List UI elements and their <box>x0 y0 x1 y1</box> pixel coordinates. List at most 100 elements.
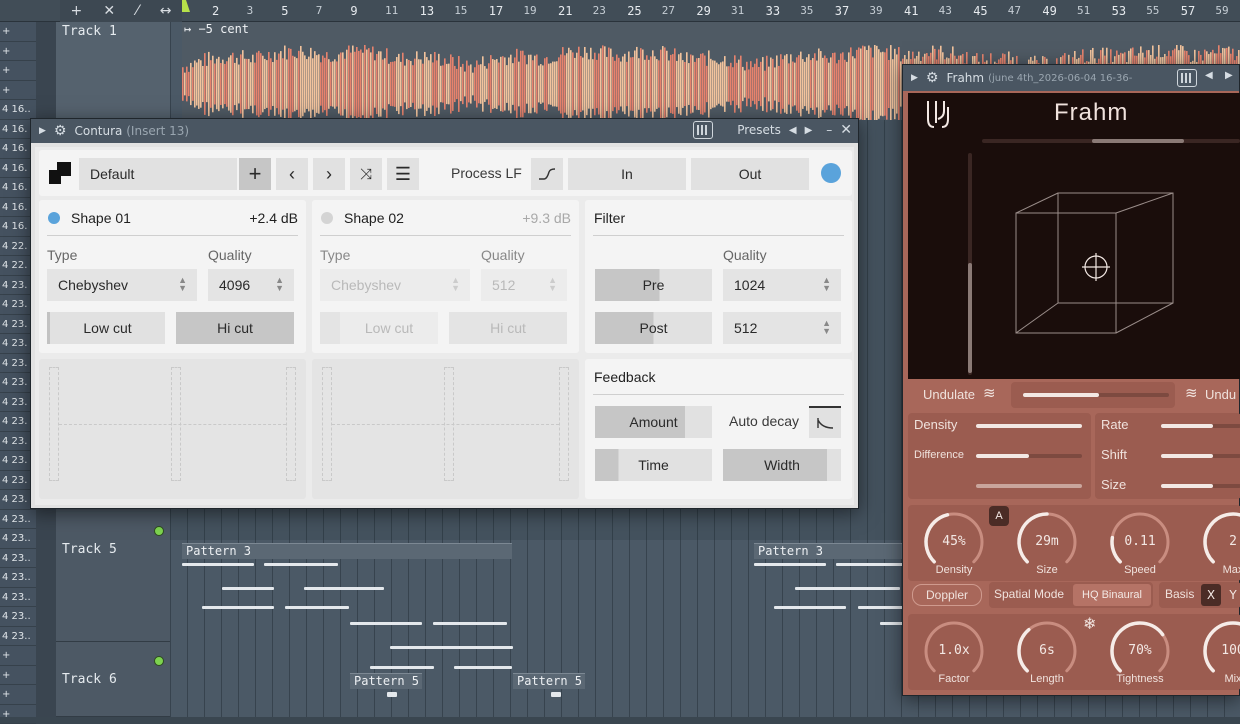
pattern-clip[interactable]: Pattern 3 <box>754 543 904 559</box>
stretch-icon[interactable]: ↔ <box>160 3 172 19</box>
slice-icon[interactable]: ⁄ <box>136 3 138 19</box>
bar-number[interactable]: 21 <box>558 4 572 18</box>
filter-post-button[interactable]: Post <box>595 312 712 344</box>
bar-number[interactable]: 41 <box>904 4 918 18</box>
bar-number[interactable]: 49 <box>1042 4 1056 18</box>
keyboard-icon[interactable] <box>693 121 713 139</box>
channel-row[interactable]: + <box>0 685 36 705</box>
expand-arrow-icon[interactable]: ▶ <box>39 126 46 136</box>
preset-next-icon[interactable]: ▶ <box>1225 70 1233 81</box>
bar-numbers[interactable]: 2357911131517192123252729313335373941434… <box>182 0 1240 22</box>
channel-row[interactable]: 4 16.. <box>0 100 36 120</box>
channel-row[interactable]: 4 23.. <box>0 510 36 530</box>
pattern-clip[interactable]: Pattern 3 <box>182 543 512 559</box>
filter-pre-button[interactable]: Pre <box>595 269 712 301</box>
density-slider[interactable] <box>976 424 1082 428</box>
bar-number[interactable]: 2 <box>212 4 219 18</box>
bar-number[interactable]: 37 <box>835 4 849 18</box>
size-slider[interactable] <box>1161 484 1240 488</box>
bar-number[interactable]: 17 <box>489 4 503 18</box>
filter-post-quality-select[interactable]: 512▲▼ <box>723 312 841 344</box>
shape-02-gain[interactable]: +9.3 dB <box>522 210 571 226</box>
gear-icon[interactable]: ⚙ <box>926 70 939 86</box>
bar-number[interactable]: 33 <box>766 4 780 18</box>
pattern-clip[interactable]: Pattern 5 <box>350 673 422 689</box>
bar-number[interactable]: 45 <box>973 4 987 18</box>
input-gain-button[interactable]: In <box>568 158 686 190</box>
bar-number[interactable]: 43 <box>939 4 952 17</box>
bar-number[interactable]: 31 <box>731 4 744 17</box>
bar-number[interactable]: 53 <box>1112 4 1126 18</box>
shape-01-hi-cut-button[interactable]: Hi cut <box>176 312 294 344</box>
pattern-clip[interactable]: Pattern 5 <box>513 673 585 689</box>
undulate-slider[interactable] <box>1023 393 1169 397</box>
channel-row[interactable]: + <box>0 646 36 666</box>
track-mute-led[interactable] <box>154 526 164 536</box>
output-gain-button[interactable]: Out <box>691 158 809 190</box>
minimize-icon[interactable]: – <box>826 123 832 137</box>
channel-row[interactable]: + <box>0 81 36 101</box>
channel-row[interactable]: 4 23.. <box>0 529 36 549</box>
feedback-width-slider[interactable]: Width <box>723 449 841 481</box>
basis-y-button[interactable]: Y <box>1225 584 1240 606</box>
bar-number[interactable]: 57 <box>1181 4 1195 18</box>
playhead-marker[interactable] <box>182 0 190 12</box>
doppler-toggle[interactable]: Doppler <box>912 584 982 606</box>
track-mute-led[interactable] <box>154 656 164 666</box>
bar-number[interactable]: 5 <box>281 4 288 18</box>
feedback-time-slider[interactable]: Time <box>595 449 712 481</box>
channel-row[interactable]: + <box>0 705 36 724</box>
track-header-5[interactable]: Track 5 <box>56 512 170 642</box>
track-header-1[interactable]: Track 1 <box>56 22 170 120</box>
contura-titlebar[interactable]: ▶ ⚙ Contura (Insert 13) Presets ◀ ▶ – ✕ <box>31 119 858 143</box>
channel-row[interactable]: + <box>0 22 36 42</box>
bar-number[interactable]: 15 <box>454 4 467 17</box>
delete-icon[interactable]: ✕ <box>103 3 115 19</box>
shift-slider[interactable] <box>1161 454 1240 458</box>
channel-row[interactable]: + <box>0 61 36 81</box>
preset-prev-icon[interactable]: ◀ <box>1205 70 1213 81</box>
prev-preset-button[interactable]: ‹ <box>276 158 308 190</box>
bar-number[interactable]: 47 <box>1008 4 1021 17</box>
preset-name-field[interactable]: Default <box>79 158 237 190</box>
freeze-icon[interactable]: ❄ <box>1083 614 1096 634</box>
channel-row[interactable]: 4 23.. <box>0 627 36 647</box>
shape-01-graph[interactable] <box>39 359 306 499</box>
shape-01-enable[interactable] <box>48 212 60 224</box>
preset-prev-icon[interactable]: ◀ <box>789 125 797 136</box>
undulate-slider-track[interactable] <box>1011 382 1175 408</box>
bar-number[interactable]: 29 <box>696 4 710 18</box>
filter-pre-quality-select[interactable]: 1024▲▼ <box>723 269 841 301</box>
shape-02-graph[interactable] <box>312 359 579 499</box>
bar-number[interactable]: 7 <box>316 4 323 17</box>
process-lf-toggle[interactable] <box>531 158 563 190</box>
bar-number[interactable]: 19 <box>523 4 536 17</box>
bar-number[interactable]: 11 <box>385 4 398 17</box>
feedback-amount-slider[interactable]: Amount <box>595 406 712 438</box>
keyboard-icon[interactable] <box>1177 69 1197 87</box>
shape-02-quality-select[interactable]: 512▲▼ <box>481 269 567 301</box>
bar-number[interactable]: 23 <box>593 4 606 17</box>
bar-number[interactable]: 25 <box>627 4 641 18</box>
add-icon[interactable]: + <box>71 3 83 19</box>
shape-01-gain[interactable]: +2.4 dB <box>249 210 298 226</box>
shape-02-type-select[interactable]: Chebyshev▲▼ <box>320 269 470 301</box>
rate-slider[interactable] <box>1161 424 1240 428</box>
frahm-plugin-window[interactable]: ▶ ⚙ Frahm (june 4th_2026-06-04 16-36- ◀ … <box>902 64 1240 696</box>
automation-a-badge[interactable]: A <box>989 506 1009 526</box>
bar-number[interactable]: 3 <box>247 4 254 17</box>
shuffle-button[interactable]: ⤨ <box>350 158 382 190</box>
contura-plugin-window[interactable]: ▶ ⚙ Contura (Insert 13) Presets ◀ ▶ – ✕ … <box>30 118 859 509</box>
bypass-indicator[interactable] <box>821 163 841 183</box>
bar-number[interactable]: 59 <box>1215 4 1228 17</box>
track-header-6[interactable]: Track 6 <box>56 642 170 717</box>
basis-x-button[interactable]: X <box>1201 584 1221 606</box>
bar-number[interactable]: 51 <box>1077 4 1090 17</box>
bar-number[interactable]: 13 <box>420 4 434 18</box>
bar-number[interactable]: 55 <box>1146 4 1159 17</box>
top-scrub-bar[interactable] <box>982 139 1240 143</box>
spatial-mode-select[interactable]: HQ Binaural <box>1073 584 1151 606</box>
presets-label[interactable]: Presets <box>737 123 781 137</box>
bar-number[interactable]: 9 <box>350 4 357 18</box>
gear-icon[interactable]: ⚙ <box>54 123 67 139</box>
